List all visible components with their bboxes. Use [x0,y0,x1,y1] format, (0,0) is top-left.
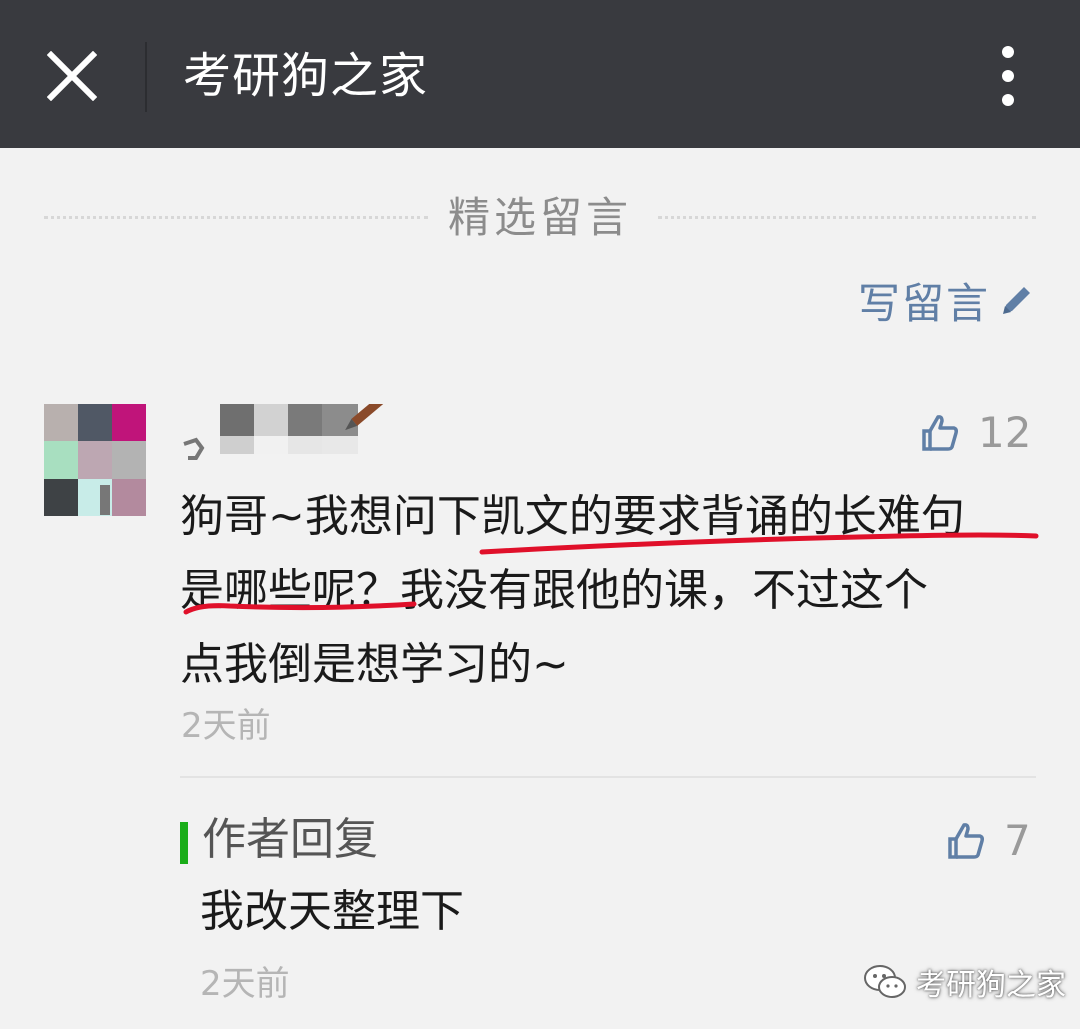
author-reply-indicator [180,822,188,864]
reply-like-button[interactable]: 7 [946,816,1031,865]
watermark-text: 考研狗之家 [916,968,1066,1003]
thumbs-up-icon [948,822,984,859]
reply-like-count: 7 [1004,816,1031,865]
red-underline-annotation [183,532,1039,615]
watermark: 考研狗之家 [862,960,1066,1004]
reply-time: 2天前 [200,964,290,1004]
author-reply-label: 作者回复 [202,814,378,865]
comment-time: 2天前 [181,706,271,746]
author-reply-text: 我改天整理下 [200,886,464,937]
wechat-icon [864,965,906,998]
reply-divider [180,776,1036,778]
